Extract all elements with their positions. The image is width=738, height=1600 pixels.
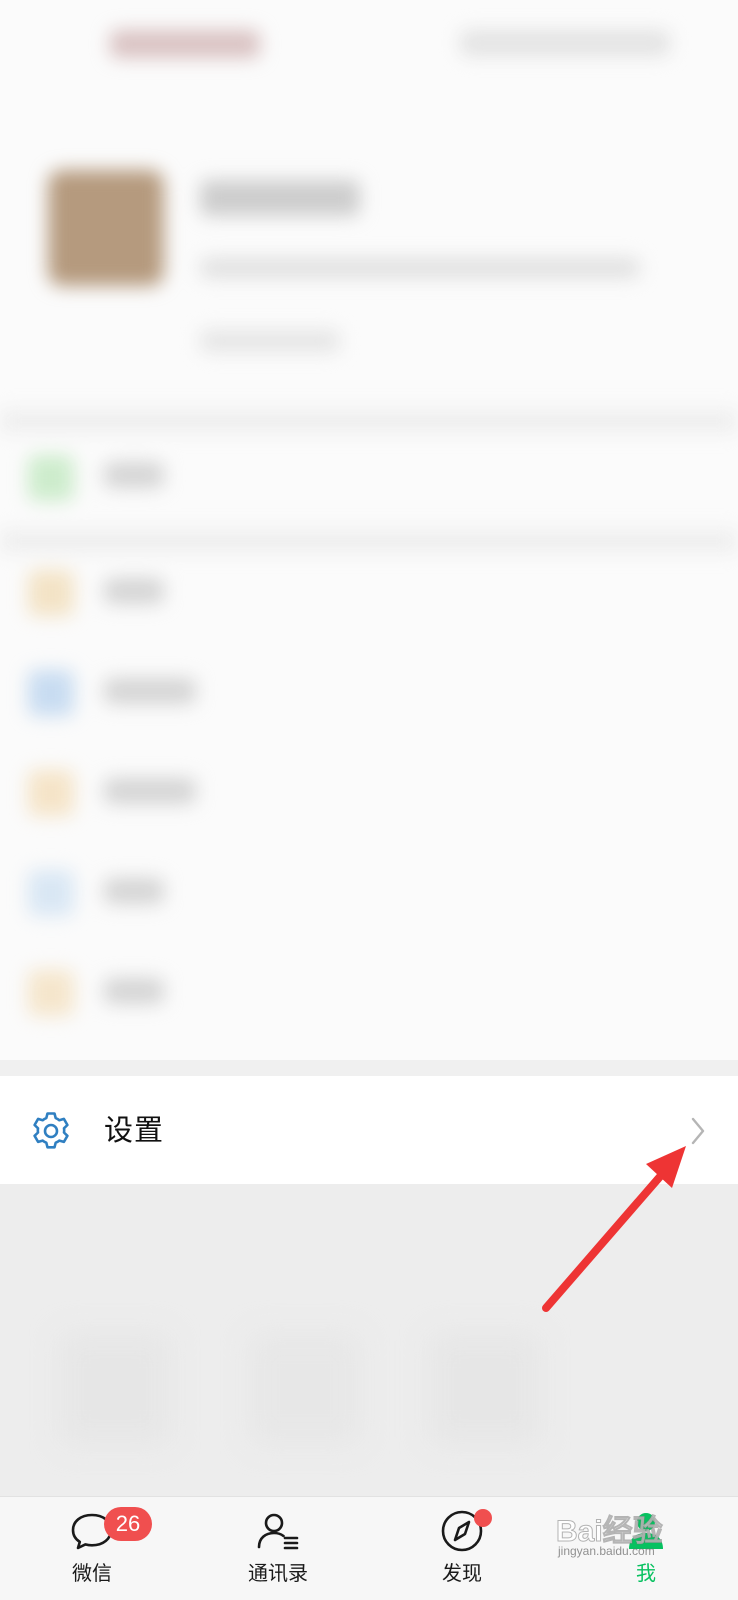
tab-label: 我 <box>636 1561 656 1585</box>
person-icon <box>629 1513 663 1549</box>
settings-menu-item[interactable]: 设置 <box>0 1076 738 1184</box>
blurred-profile-area <box>0 0 738 1060</box>
gear-icon <box>33 1112 69 1149</box>
unread-badge: 26 <box>104 1507 152 1541</box>
section-divider <box>0 1060 738 1076</box>
blurred-empty-area <box>0 1184 738 1496</box>
bottom-tab-bar: 微信 26 通讯录 发现 我 <box>0 1496 738 1600</box>
tab-discover[interactable]: 发现 <box>392 1497 532 1600</box>
new-dot-badge <box>474 1509 492 1527</box>
chevron-right-icon <box>691 1117 705 1145</box>
tab-label: 通讯录 <box>248 1561 308 1585</box>
tab-label: 发现 <box>442 1561 482 1585</box>
tab-contacts[interactable]: 通讯录 <box>208 1497 348 1600</box>
tab-me[interactable]: 我 <box>576 1497 716 1600</box>
contacts-icon <box>257 1513 299 1550</box>
settings-label: 设置 <box>104 1113 165 1147</box>
tab-label: 微信 <box>72 1561 112 1585</box>
